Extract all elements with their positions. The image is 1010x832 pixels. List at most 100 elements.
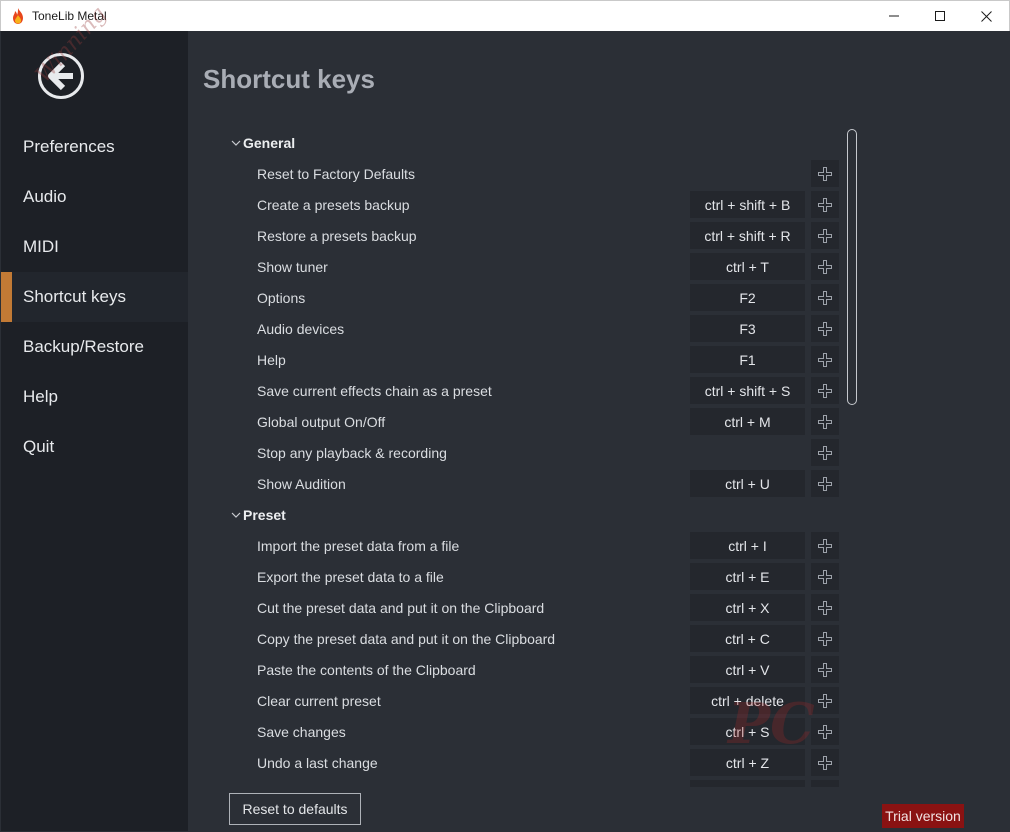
sidebar-item-shortcut-keys[interactable]: Shortcut keys	[1, 272, 188, 322]
add-shortcut-button[interactable]	[811, 439, 839, 466]
sidebar-item-backup-restore[interactable]: Backup/Restore	[1, 322, 188, 372]
chevron-down-icon	[229, 511, 243, 519]
shortcut-label: Copy the preset data and put it on the C…	[257, 630, 556, 647]
shortcut-key-field[interactable]: ctrl + delete	[690, 687, 805, 714]
shortcut-key-field[interactable]: ctrl + shift + B	[690, 191, 805, 218]
title-bar: ToneLib Metal	[0, 0, 1010, 31]
add-shortcut-button[interactable]	[811, 687, 839, 714]
add-shortcut-button[interactable]	[811, 408, 839, 435]
shortcut-label: Paste the contents of the Clipboard	[257, 661, 476, 678]
add-shortcut-button[interactable]	[811, 594, 839, 621]
plus-icon	[818, 197, 832, 212]
shortcut-list[interactable]: General Reset to Factory Defaults Create a…	[188, 127, 868, 787]
plus-icon	[818, 290, 832, 305]
reset-to-defaults-button[interactable]: Reset to defaults	[229, 793, 361, 825]
sidebar-item-midi[interactable]: MIDI	[1, 222, 188, 272]
group-header-general[interactable]: General	[229, 127, 295, 158]
shortcut-label: Show tuner	[257, 258, 328, 275]
main-panel: Shortcut keys General Reset to Factory De…	[188, 31, 1009, 831]
sidebar-item-quit[interactable]: Quit	[1, 422, 188, 472]
plus-icon	[818, 631, 832, 646]
shortcut-key-field[interactable]: ctrl + I	[690, 532, 805, 559]
sidebar-item-help[interactable]: Help	[1, 372, 188, 422]
shortcut-key-field[interactable]: F3	[690, 315, 805, 342]
close-icon	[980, 10, 992, 22]
add-shortcut-button[interactable]	[811, 160, 839, 187]
add-shortcut-button[interactable]	[811, 377, 839, 404]
plus-icon	[818, 476, 832, 491]
shortcut-key-field[interactable]: ctrl + V	[690, 656, 805, 683]
shortcut-label: Save changes	[257, 723, 346, 740]
chevron-down-icon	[229, 139, 243, 147]
add-shortcut-button[interactable]	[811, 532, 839, 559]
plus-icon	[818, 352, 832, 367]
add-shortcut-button[interactable]	[811, 780, 839, 787]
add-shortcut-button[interactable]	[811, 346, 839, 373]
sidebar-item-label: Quit	[23, 437, 55, 456]
add-shortcut-button[interactable]	[811, 191, 839, 218]
window-title: ToneLib Metal	[32, 9, 107, 23]
plus-icon	[818, 538, 832, 553]
shortcut-key-field[interactable]: F2	[690, 284, 805, 311]
plus-icon	[818, 321, 832, 336]
back-arrow-icon	[38, 53, 84, 99]
shortcut-key-field[interactable]: ctrl + shift + S	[690, 377, 805, 404]
shortcut-key-field[interactable]: ctrl + T	[690, 253, 805, 280]
sidebar-item-label: Backup/Restore	[23, 337, 144, 356]
plus-icon	[818, 662, 832, 677]
shortcut-key-field[interactable]: F1	[690, 346, 805, 373]
add-shortcut-button[interactable]	[811, 718, 839, 745]
close-button[interactable]	[963, 1, 1009, 31]
maximize-button[interactable]	[917, 1, 963, 31]
minimize-button[interactable]	[871, 1, 917, 31]
add-shortcut-button[interactable]	[811, 284, 839, 311]
sidebar-item-label: MIDI	[23, 237, 59, 256]
add-shortcut-button[interactable]	[811, 253, 839, 280]
plus-icon	[818, 414, 832, 429]
add-shortcut-button[interactable]	[811, 470, 839, 497]
shortcut-key-field[interactable]: ctrl + E	[690, 563, 805, 590]
shortcut-label: Reset to Factory Defaults	[257, 165, 415, 182]
add-shortcut-button[interactable]	[811, 625, 839, 652]
sidebar-item-label: Preferences	[23, 137, 115, 156]
trial-badge: Trial version	[882, 804, 964, 828]
shortcut-key-field[interactable]: ctrl + U	[690, 470, 805, 497]
add-shortcut-button[interactable]	[811, 222, 839, 249]
shortcut-label: Show Audition	[257, 475, 346, 492]
shortcut-label: Stop any playback & recording	[257, 444, 447, 461]
shortcut-key-field[interactable]: ctrl + C	[690, 625, 805, 652]
sidebar-item-label: Audio	[23, 187, 67, 206]
scrollbar[interactable]	[847, 129, 857, 405]
shortcut-label: Create a presets backup	[257, 196, 410, 213]
sidebar-item-label: Shortcut keys	[23, 287, 126, 306]
shortcut-label: Options	[257, 289, 306, 306]
shortcut-label: Import the preset data from a file	[257, 537, 460, 554]
page-title: Shortcut keys	[203, 64, 375, 94]
plus-icon	[818, 383, 832, 398]
plus-icon	[818, 569, 832, 584]
shortcut-key-field[interactable]: ctrl + shift + R	[690, 222, 805, 249]
plus-icon	[818, 445, 832, 460]
shortcut-label: Audio devices	[257, 320, 345, 337]
add-shortcut-button[interactable]	[811, 749, 839, 776]
minimize-icon	[889, 15, 899, 17]
plus-icon	[818, 693, 832, 708]
add-shortcut-button[interactable]	[811, 656, 839, 683]
plus-icon	[818, 600, 832, 615]
sidebar-item-preferences[interactable]: Preferences	[1, 122, 188, 172]
shortcut-key-field[interactable]: ctrl + M	[690, 408, 805, 435]
sidebar: Winning Preferences Audio MIDI Shortcut …	[1, 2, 188, 831]
shortcut-key-field[interactable]: ctrl + Z	[690, 749, 805, 776]
plus-icon	[818, 228, 832, 243]
shortcut-label: Restore a presets backup	[257, 227, 417, 244]
add-shortcut-button[interactable]	[811, 315, 839, 342]
sidebar-item-audio[interactable]: Audio	[1, 172, 188, 222]
plus-icon	[818, 166, 832, 181]
group-header-preset[interactable]: Preset	[229, 499, 286, 530]
back-button[interactable]	[38, 53, 84, 99]
shortcut-label: Global output On/Off	[257, 413, 386, 430]
add-shortcut-button[interactable]	[811, 563, 839, 590]
shortcut-key-field[interactable]: ctrl + X	[690, 594, 805, 621]
shortcut-key-field[interactable]	[690, 780, 805, 787]
shortcut-key-field[interactable]: ctrl + S	[690, 718, 805, 745]
